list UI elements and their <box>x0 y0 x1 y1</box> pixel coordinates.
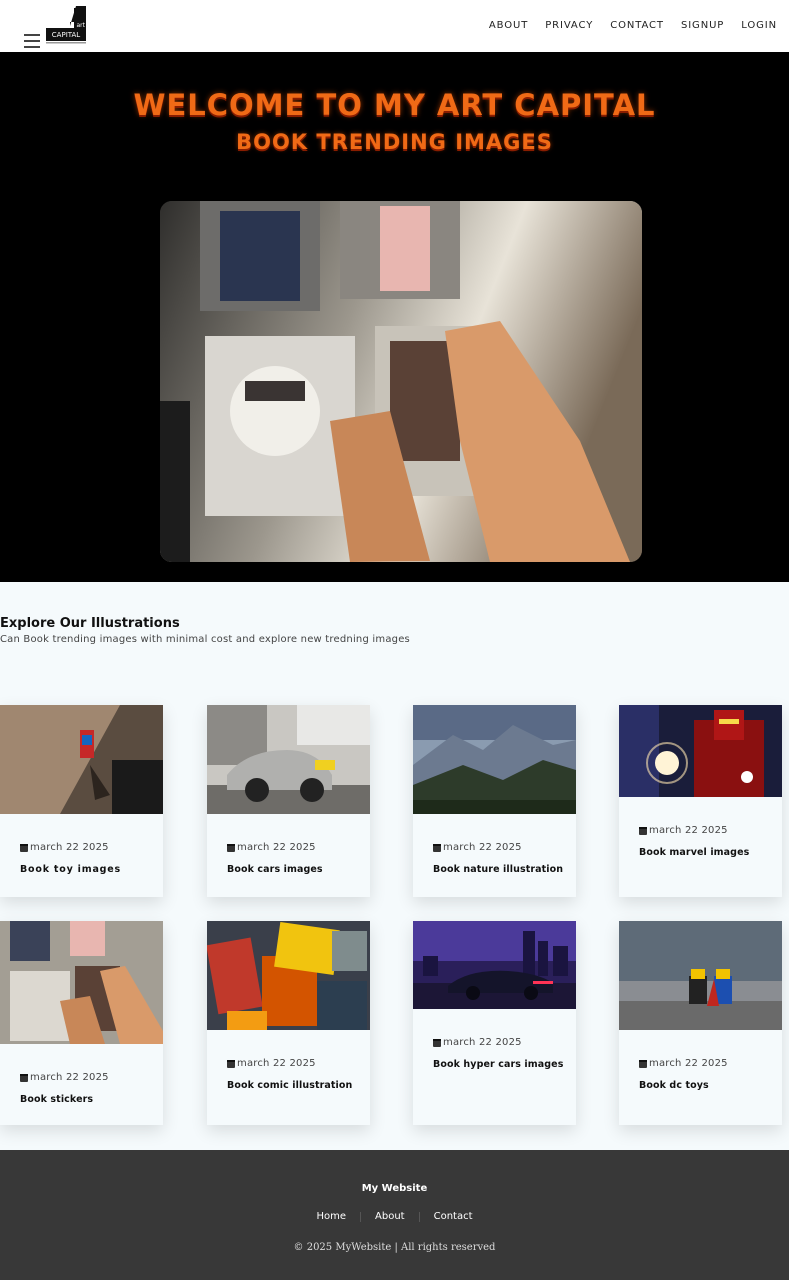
hero-title: WELCOME TO MY ART CAPITAL <box>133 88 656 122</box>
hero-subtitle: BOOK TRENDING IMAGES <box>236 130 553 154</box>
calendar-icon <box>20 1073 28 1082</box>
card-caption[interactable]: Book comic illustration <box>227 1080 352 1091</box>
menu-icon[interactable] <box>24 34 40 48</box>
nav-privacy[interactable]: PRIVACY <box>545 20 593 31</box>
card-image <box>207 705 370 814</box>
logo-text-main: CAPITAL <box>52 31 80 39</box>
footer-link-about[interactable]: About <box>361 1211 419 1222</box>
card-dc-toys[interactable]: march 22 2025 Book dc toys <box>619 921 782 1125</box>
card-date: march 22 2025 <box>227 842 316 853</box>
top-nav: ABOUT PRIVACY CONTACT SIGNUP LOGIN <box>489 20 777 31</box>
card-date: march 22 2025 <box>20 1072 109 1083</box>
explore-description: Can Book trending images with minimal co… <box>0 634 410 645</box>
card-nature-illustration[interactable]: march 22 2025 Book nature illustration <box>413 705 576 897</box>
footer-link-home[interactable]: Home <box>302 1211 360 1222</box>
card-caption[interactable]: Book toy images <box>20 864 121 875</box>
footer-copyright: © 2025 MyWebsite | All rights reserved <box>293 1242 496 1253</box>
card-caption[interactable]: Book dc toys <box>639 1080 709 1091</box>
card-date: march 22 2025 <box>639 1058 728 1069</box>
site-header: art CAPITAL ABOUT PRIVACY CONTACT SIGNUP… <box>0 0 789 52</box>
hero-image <box>160 201 642 562</box>
calendar-icon <box>433 1038 441 1047</box>
card-stickers[interactable]: march 22 2025 Book stickers <box>0 921 163 1125</box>
card-date: march 22 2025 <box>433 1037 522 1048</box>
card-image <box>413 705 576 814</box>
card-cars-images[interactable]: march 22 2025 Book cars images <box>207 705 370 897</box>
calendar-icon <box>433 843 441 852</box>
calendar-icon <box>639 1059 647 1068</box>
card-date: march 22 2025 <box>433 842 522 853</box>
explore-title: Explore Our Illustrations <box>0 616 180 631</box>
card-date: march 22 2025 <box>20 842 109 853</box>
card-comic-illustration[interactable]: march 22 2025 Book comic illustration <box>207 921 370 1125</box>
nav-signup[interactable]: SIGNUP <box>681 20 724 31</box>
card-image <box>0 705 163 814</box>
calendar-icon <box>20 843 28 852</box>
card-caption[interactable]: Book cars images <box>227 864 323 875</box>
site-logo[interactable]: art CAPITAL <box>46 4 88 46</box>
card-caption[interactable]: Book stickers <box>20 1094 93 1105</box>
card-toy-images[interactable]: march 22 2025 Book toy images <box>0 705 163 897</box>
card-caption[interactable]: Book marvel images <box>639 847 749 858</box>
hero-section: WELCOME TO MY ART CAPITAL BOOK TRENDING … <box>0 52 789 582</box>
footer-links: Home About Contact <box>0 1211 789 1222</box>
nav-login[interactable]: LOGIN <box>741 20 777 31</box>
card-image <box>207 921 370 1030</box>
card-caption[interactable]: Book hyper cars images <box>433 1059 563 1070</box>
footer-link-contact[interactable]: Contact <box>420 1211 487 1222</box>
calendar-icon <box>227 1059 235 1068</box>
card-date: march 22 2025 <box>639 825 728 836</box>
card-image <box>0 921 163 1044</box>
card-image <box>413 921 576 1009</box>
nav-contact[interactable]: CONTACT <box>610 20 664 31</box>
card-caption[interactable]: Book nature illustration <box>433 864 563 875</box>
card-hyper-cars-images[interactable]: march 22 2025 Book hyper cars images <box>413 921 576 1125</box>
nav-about[interactable]: ABOUT <box>489 20 528 31</box>
card-date: march 22 2025 <box>227 1058 316 1069</box>
card-image <box>619 921 782 1030</box>
card-image <box>619 705 782 797</box>
calendar-icon <box>639 826 647 835</box>
logo-text-top: art <box>77 22 86 29</box>
card-marvel-images[interactable]: march 22 2025 Book marvel images <box>619 705 782 897</box>
site-footer: My Website Home About Contact © 2025 MyW… <box>0 1150 789 1280</box>
footer-title: My Website <box>361 1183 428 1194</box>
calendar-icon <box>227 843 235 852</box>
